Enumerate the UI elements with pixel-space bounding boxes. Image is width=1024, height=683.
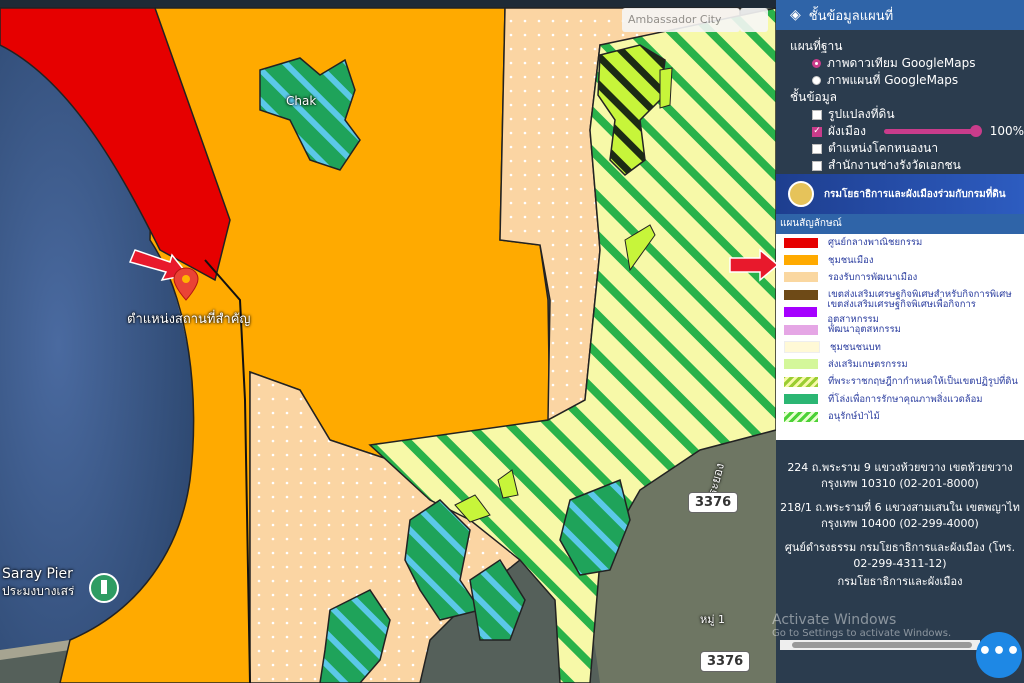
layer-label: รูปแปลงที่ดิน <box>828 107 895 121</box>
scrollbar-thumb[interactable] <box>792 642 972 648</box>
basemap-label: แผนที่ฐาน <box>790 39 843 53</box>
village-label: หมู่ 1 <box>700 613 725 626</box>
checkbox-cityplan[interactable]: ✓ <box>812 126 822 137</box>
legend-swatch <box>784 307 818 318</box>
layer-surveyor[interactable]: สำนักงานช่างรังวัดเอกชน <box>812 157 1024 174</box>
activation-watermark: Activate Windows Go to Settings to activ… <box>772 612 951 639</box>
layer-parcel[interactable]: รูปแปลงที่ดิน <box>812 106 1024 123</box>
footer-address-1: 224 ถ.พระราม 9 แขวงห้วยขวาง เขตห้วยขวาง … <box>787 461 1013 490</box>
legend-swatch <box>784 359 818 370</box>
legend-item: ส่งเสริมเกษตรกรรม <box>776 356 1024 373</box>
legend: แผนสัญลักษณ์ ศูนย์กลางพาณิชยกรรมชุมชนเมื… <box>776 214 1024 440</box>
legend-item: รองรับการพัฒนาเมือง <box>776 269 1024 286</box>
slider-knob[interactable] <box>969 125 982 137</box>
footer-agency: กรมโยธาธิการและผังเมือง <box>837 575 963 588</box>
basemap-option-label: ภาพแผนที่ GoogleMaps <box>827 73 959 87</box>
agency-banner: กรมโยธาธิการและผังเมืองร่วมกับกรมที่ดิน <box>776 174 1024 214</box>
layer-label: ตำแหน่งโคกหนองนา <box>828 141 939 155</box>
basemap-option-satellite[interactable]: ภาพดาวเทียม GoogleMaps <box>812 55 1024 72</box>
horizontal-scrollbar[interactable] <box>780 640 980 650</box>
legend-title: แผนสัญลักษณ์ <box>776 214 1024 234</box>
layer-label: ผังเมือง <box>827 124 866 138</box>
road-shield-upper: 3376 <box>688 492 739 513</box>
legend-swatch <box>784 289 818 300</box>
legend-item: อนุรักษ์ป่าไม้ <box>776 408 1024 425</box>
banner-text: กรมโยธาธิการและผังเมืองร่วมกับกรมที่ดิน <box>824 188 1006 200</box>
legend-label: อนุรักษ์ป่าไม้ <box>828 411 880 423</box>
legend-label: ที่พระราชกฤษฎีกากำหนดให้เป็นเขตปฏิรูปที่… <box>828 376 1018 388</box>
agency-seal-icon <box>788 181 814 207</box>
legend-item: เขตส่งเสริมเศรษฐกิจพิเศษเพื่อกิจการอุตสา… <box>776 299 1024 325</box>
legend-swatch <box>784 255 818 266</box>
legend-items: ศูนย์กลางพาณิชยกรรมชุมชนเมืองรองรับการพั… <box>776 234 1024 425</box>
legend-item: ที่โล่งเพื่อการรักษาคุณภาพสิ่งแวดล้อม <box>776 391 1024 408</box>
legend-swatch <box>784 272 818 283</box>
legend-label: พัฒนาอุตสหกรรม <box>828 324 901 336</box>
watermark-sub: Go to Settings to activate Windows. <box>772 628 952 639</box>
legend-swatch <box>784 341 820 354</box>
checkbox-surveyor[interactable] <box>812 160 822 171</box>
legend-label: ชุมชนเมือง <box>828 254 874 266</box>
legend-swatch <box>784 411 818 422</box>
legend-swatch <box>784 237 818 248</box>
legend-swatch <box>784 324 818 335</box>
place-label-pier: Saray Pier <box>2 566 73 582</box>
legend-item: ศูนย์กลางพาณิชยกรรม <box>776 234 1024 251</box>
legend-swatch <box>784 376 818 387</box>
footer-center: ศูนย์ดำรงธรรม กรมโยธาธิการและผังเมือง (โ… <box>784 541 1016 570</box>
layer-label: สำนักงานช่างรังวัดเอกชน <box>828 158 961 172</box>
panel-title: ชั้นข้อมูลแผนที่ <box>808 8 894 24</box>
radio-map[interactable] <box>812 76 821 85</box>
legend-item: ที่พระราชกฤษฎีกากำหนดให้เป็นเขตปฏิรูปที่… <box>776 373 1024 390</box>
layer-controls: แผนที่ฐาน ภาพดาวเทียม GoogleMaps ภาพแผนท… <box>776 30 1024 174</box>
checkbox-parcel[interactable] <box>812 109 822 120</box>
legend-label: ศูนย์กลางพาณิชยกรรม <box>828 237 923 249</box>
checkbox-khoknongna[interactable] <box>812 143 822 154</box>
pin-label: ตำแหน่งสถานที่สำคัญ <box>127 312 251 327</box>
panel-header[interactable]: ◈ ชั้นข้อมูลแผนที่ <box>776 0 1024 30</box>
layer-panel: ◈ ชั้นข้อมูลแผนที่ แผนที่ฐาน ภาพดาวเทียม… <box>776 0 1024 683</box>
map-locate-button[interactable] <box>740 8 768 32</box>
place-label-chak: Chak <box>286 94 317 108</box>
data-layers-label: ชั้นข้อมูล <box>790 90 838 104</box>
legend-label: รองรับการพัฒนาเมือง <box>828 271 918 283</box>
zone-forest-small <box>659 67 673 109</box>
layer-khoknongna[interactable]: ตำแหน่งโคกหนองนา <box>812 140 1024 157</box>
radio-satellite[interactable] <box>812 59 821 68</box>
basemap-option-label: ภาพดาวเทียม GoogleMaps <box>827 56 976 70</box>
layer-cityplan[interactable]: ✓ ผังเมือง 100% <box>812 123 1024 140</box>
basemap-option-map[interactable]: ภาพแผนที่ GoogleMaps <box>812 72 1024 89</box>
legend-item: ชุมชนชนบท <box>776 338 1024 355</box>
opacity-slider[interactable] <box>883 125 982 137</box>
opacity-value: 100% <box>989 124 1024 138</box>
footer-address-2: 218/1 ถ.พระรามที่ 6 แขวงสามเสนใน เขตพญาไ… <box>780 501 1020 530</box>
road-shield-lower: 3376 <box>700 651 751 672</box>
layers-icon: ◈ <box>790 7 801 23</box>
poi-icon <box>89 573 119 603</box>
watermark-title: Activate Windows <box>772 612 897 628</box>
legend-label: ชุมชนชนบท <box>830 341 881 353</box>
legend-swatch <box>784 394 818 405</box>
legend-item: ชุมชนเมือง <box>776 251 1024 268</box>
map-search-box[interactable]: Ambassador City <box>622 8 740 32</box>
place-label-fishery: ประมงบางเสร่ <box>2 584 75 598</box>
legend-label: ส่งเสริมเกษตรกรรม <box>828 358 908 370</box>
legend-label: ที่โล่งเพื่อการรักษาคุณภาพสิ่งแวดล้อม <box>828 393 983 405</box>
more-options-button[interactable]: ••• <box>976 632 1022 678</box>
satellite-top-strip <box>0 0 776 8</box>
footer-contacts: 224 ถ.พระราม 9 แขวงห้วยขวาง เขตห้วยขวาง … <box>776 440 1024 592</box>
